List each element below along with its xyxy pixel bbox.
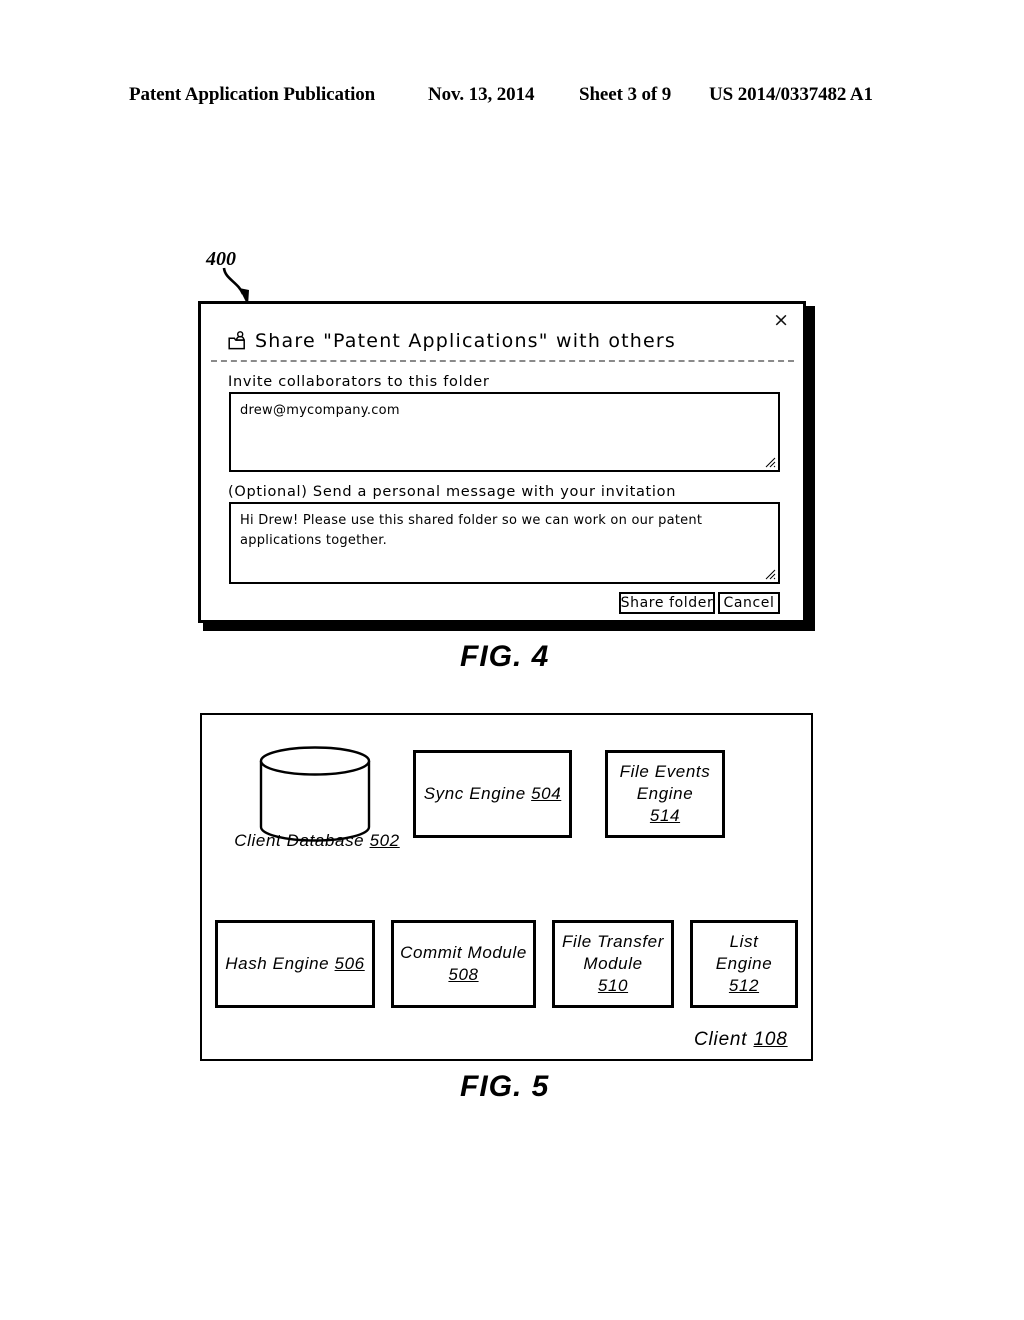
client-database-cylinder-icon [259, 746, 371, 842]
block-label-text: Hash Engine [225, 954, 330, 974]
block-hash-engine: Hash Engine 506 [215, 920, 375, 1008]
block-label-text: Commit Module [400, 943, 527, 963]
block-ref: 508 [448, 965, 479, 984]
dialog-title: Share "Patent Applications" with others [228, 330, 676, 352]
block-label-text: Sync Engine [423, 784, 526, 804]
block-ref: 506 [334, 954, 365, 974]
fig5-caption: FIG. 5 [460, 1070, 550, 1103]
cancel-button[interactable]: Cancel [718, 592, 780, 614]
resize-grip-icon [765, 569, 776, 580]
block-ref: 504 [531, 784, 562, 804]
block-label-text: List Engine [715, 932, 773, 974]
block-list-engine: List Engine 512 [690, 920, 798, 1008]
block-ref: 512 [728, 975, 760, 995]
dialog-divider [211, 360, 794, 362]
header-sheet: Sheet 3 of 9 [579, 84, 672, 105]
close-icon[interactable]: × [773, 311, 789, 330]
block-sync-engine: Sync Engine 504 [413, 750, 572, 838]
share-folder-dialog: × Share "Patent Applications" with other… [198, 301, 806, 623]
header-patent-number: US 2014/0337482 A1 [709, 84, 873, 105]
header-publication: Patent Application Publication [129, 84, 376, 105]
client-frame-label: Client 108 [694, 1029, 788, 1051]
personal-message-input[interactable]: Hi Drew! Please use this shared folder s… [229, 502, 780, 584]
invite-collaborators-input[interactable]: drew@mycompany.com [229, 392, 780, 472]
block-label: File Transfer Module 510 [561, 931, 665, 996]
block-file-transfer-module: File Transfer Module 510 [552, 920, 674, 1008]
share-folder-button[interactable]: Share folder [619, 592, 715, 614]
shared-folder-icon [228, 331, 245, 350]
message-field-label: (Optional) Send a personal message with … [228, 484, 677, 500]
client-frame-label-text: Client [694, 1029, 748, 1050]
page-header: Patent Application Publication Nov. 13, … [0, 84, 1024, 114]
block-ref: 514 [649, 805, 681, 825]
block-label: File Events Engine 514 [614, 761, 716, 826]
block-label: Sync Engine 504 [424, 783, 562, 805]
block-label: Hash Engine 506 [225, 953, 364, 975]
fig4-caption: FIG. 4 [460, 640, 550, 673]
block-commit-module: Commit Module 508 [391, 920, 536, 1008]
header-date: Nov. 13, 2014 [428, 84, 535, 105]
client-database-label-text: Client Database [234, 831, 365, 850]
block-ref: 510 [597, 975, 629, 995]
resize-grip-icon [765, 457, 776, 468]
block-label: Commit Module 508 [400, 942, 527, 986]
block-label-text: File Events Engine [619, 762, 711, 804]
dialog-title-text: Share "Patent Applications" with others [255, 330, 677, 352]
client-frame-ref: 108 [753, 1029, 788, 1050]
block-label: List Engine 512 [699, 931, 789, 996]
block-label-text: File Transfer Module [562, 932, 664, 974]
client-database-label: Client Database 502 [222, 831, 412, 851]
invite-field-label: Invite collaborators to this folder [228, 374, 490, 390]
client-database-ref: 502 [369, 831, 400, 850]
block-file-events-engine: File Events Engine 514 [605, 750, 725, 838]
